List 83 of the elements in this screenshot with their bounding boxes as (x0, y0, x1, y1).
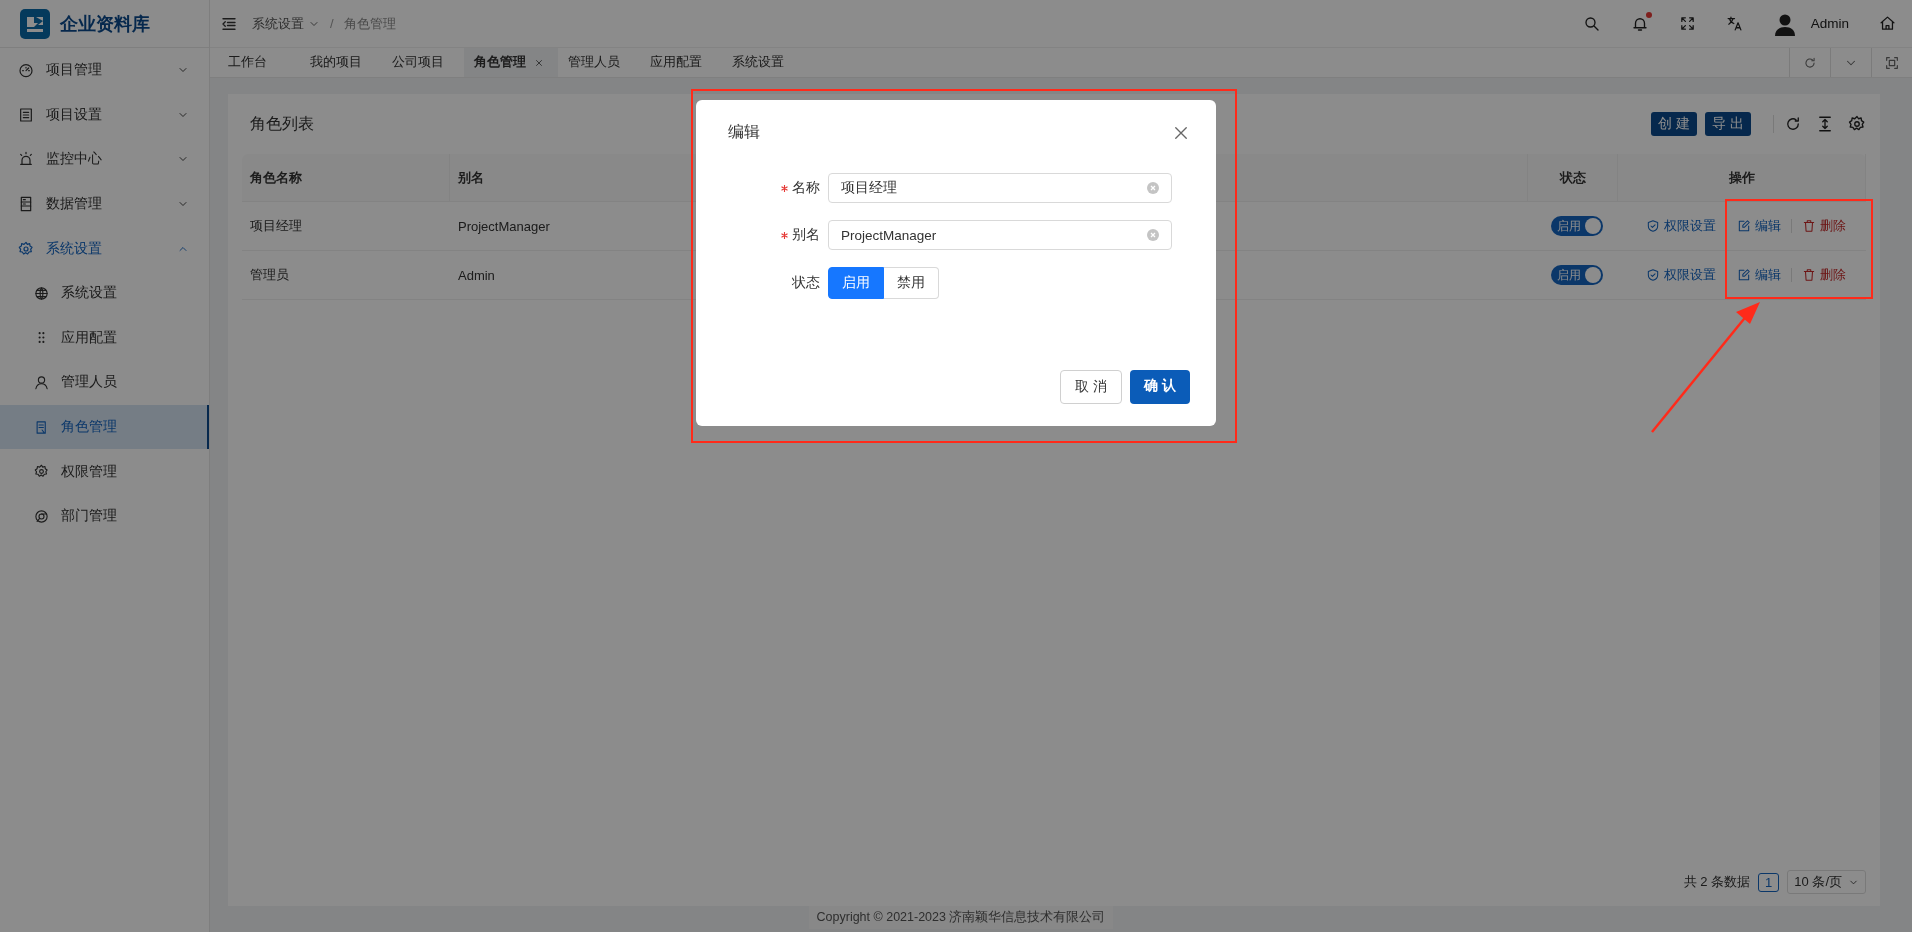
sidebar-subitem[interactable]: 应用配置 (0, 315, 209, 361)
tab[interactable]: 工作台 (218, 48, 300, 77)
settings-icon (1848, 115, 1866, 133)
list-icon (18, 106, 34, 123)
shield-icon (1646, 268, 1660, 282)
tab[interactable]: 我的项目 (300, 48, 382, 77)
sidebar-item[interactable]: 监控中心 (0, 137, 209, 182)
sidebar-subitem[interactable]: 系统设置 (0, 270, 209, 316)
column-header: 状态 (1528, 154, 1618, 202)
field-label: 名称 (792, 179, 820, 197)
trash-icon (1802, 219, 1816, 233)
gear-icon (18, 240, 34, 257)
field-label: 别名 (792, 226, 820, 244)
cancel-button[interactable]: 取 消 (1060, 370, 1123, 404)
shield-icon (1646, 219, 1660, 233)
edit-link[interactable]: 编辑 (1737, 266, 1781, 284)
status-option[interactable]: 禁用 (884, 267, 939, 299)
trash-icon (1802, 268, 1816, 282)
alarm-icon (18, 151, 34, 168)
delete-link[interactable]: 删除 (1802, 217, 1846, 235)
permission-link[interactable]: 权限设置 (1646, 217, 1716, 235)
page-size-select[interactable]: 10 条/页 (1787, 870, 1866, 894)
tab[interactable]: 应用配置 (640, 48, 722, 77)
dialog-title: 编辑 (728, 122, 760, 142)
status-switch[interactable]: 启用 (1551, 216, 1603, 236)
notification-button[interactable] (1630, 14, 1649, 33)
search-icon (1582, 14, 1601, 33)
logo-icon (20, 8, 50, 39)
refresh-icon (1803, 55, 1817, 70)
tab[interactable]: 管理人员 (558, 48, 640, 77)
permission-link[interactable]: 权限设置 (1646, 266, 1716, 284)
sidebar-item[interactable]: 项目设置 (0, 92, 209, 138)
edit-link[interactable]: 编辑 (1737, 217, 1781, 235)
sidebar-item[interactable]: 系统设置 (0, 226, 209, 271)
sidebar-subitem[interactable]: 角色管理 (0, 404, 209, 450)
confirm-button[interactable]: 确 认 (1130, 370, 1190, 404)
toolbar-button[interactable]: 创 建 (1651, 112, 1698, 136)
globe-icon (34, 285, 49, 301)
app-title: 企业资料库 (60, 12, 150, 36)
home-icon (1879, 15, 1896, 32)
row-height-icon (1816, 115, 1834, 133)
breadcrumb-item[interactable]: 角色管理 (343, 14, 396, 33)
expand-icon (1678, 15, 1696, 32)
sidebar-subitem[interactable]: 部门管理 (0, 493, 209, 539)
table-title: 角色列表 (250, 113, 314, 134)
server-icon (18, 196, 34, 213)
table-cell: 项目经理 (242, 201, 450, 251)
gauge-icon (18, 62, 34, 79)
tab[interactable]: 系统设置 (722, 48, 804, 77)
clear-icon (1147, 229, 1159, 241)
tab[interactable]: 角色管理 (464, 48, 558, 77)
sidebar-item[interactable]: 数据管理 (0, 181, 209, 227)
tab[interactable]: 公司项目 (382, 48, 464, 77)
user-icon (34, 374, 49, 390)
edit-icon (1737, 219, 1751, 233)
edit-icon (1737, 268, 1751, 282)
breadcrumb-item[interactable]: 系统设置 (252, 14, 304, 33)
clear-icon (1147, 182, 1159, 194)
refresh-icon (1784, 115, 1802, 133)
text-field[interactable]: 项目经理 (828, 173, 1172, 203)
total-count: 共 2 条数据 (1683, 873, 1751, 891)
gear-icon (34, 464, 49, 480)
column-header: 角色名称 (242, 154, 450, 202)
status-option[interactable]: 启用 (828, 267, 884, 299)
user-name[interactable]: Admin (1810, 16, 1849, 31)
field-label: 状态 (792, 274, 820, 292)
page-button[interactable]: 1 (1758, 872, 1780, 892)
breadcrumb-separator: / (330, 16, 334, 31)
close-icon (534, 57, 544, 68)
fullscreen-icon (1884, 54, 1900, 71)
table-cell: 管理员 (242, 250, 450, 300)
column-header: 操作 (1618, 154, 1866, 202)
delete-link[interactable]: 删除 (1802, 266, 1846, 284)
circle-icon (34, 508, 49, 524)
status-switch[interactable]: 启用 (1551, 265, 1603, 285)
translate-icon (1725, 15, 1743, 32)
copyright-text: Copyright © 2021-2023 济南颖华信息技术有限公司 (808, 906, 1114, 929)
sidebar-subitem[interactable]: 权限管理 (0, 449, 209, 494)
document-icon (34, 419, 49, 435)
text-field[interactable]: ProjectManager (828, 220, 1172, 250)
sidebar-item[interactable]: 项目管理 (0, 48, 209, 93)
sidebar-subitem[interactable]: 管理人员 (0, 360, 209, 405)
toolbar-button[interactable]: 导 出 (1705, 112, 1751, 136)
